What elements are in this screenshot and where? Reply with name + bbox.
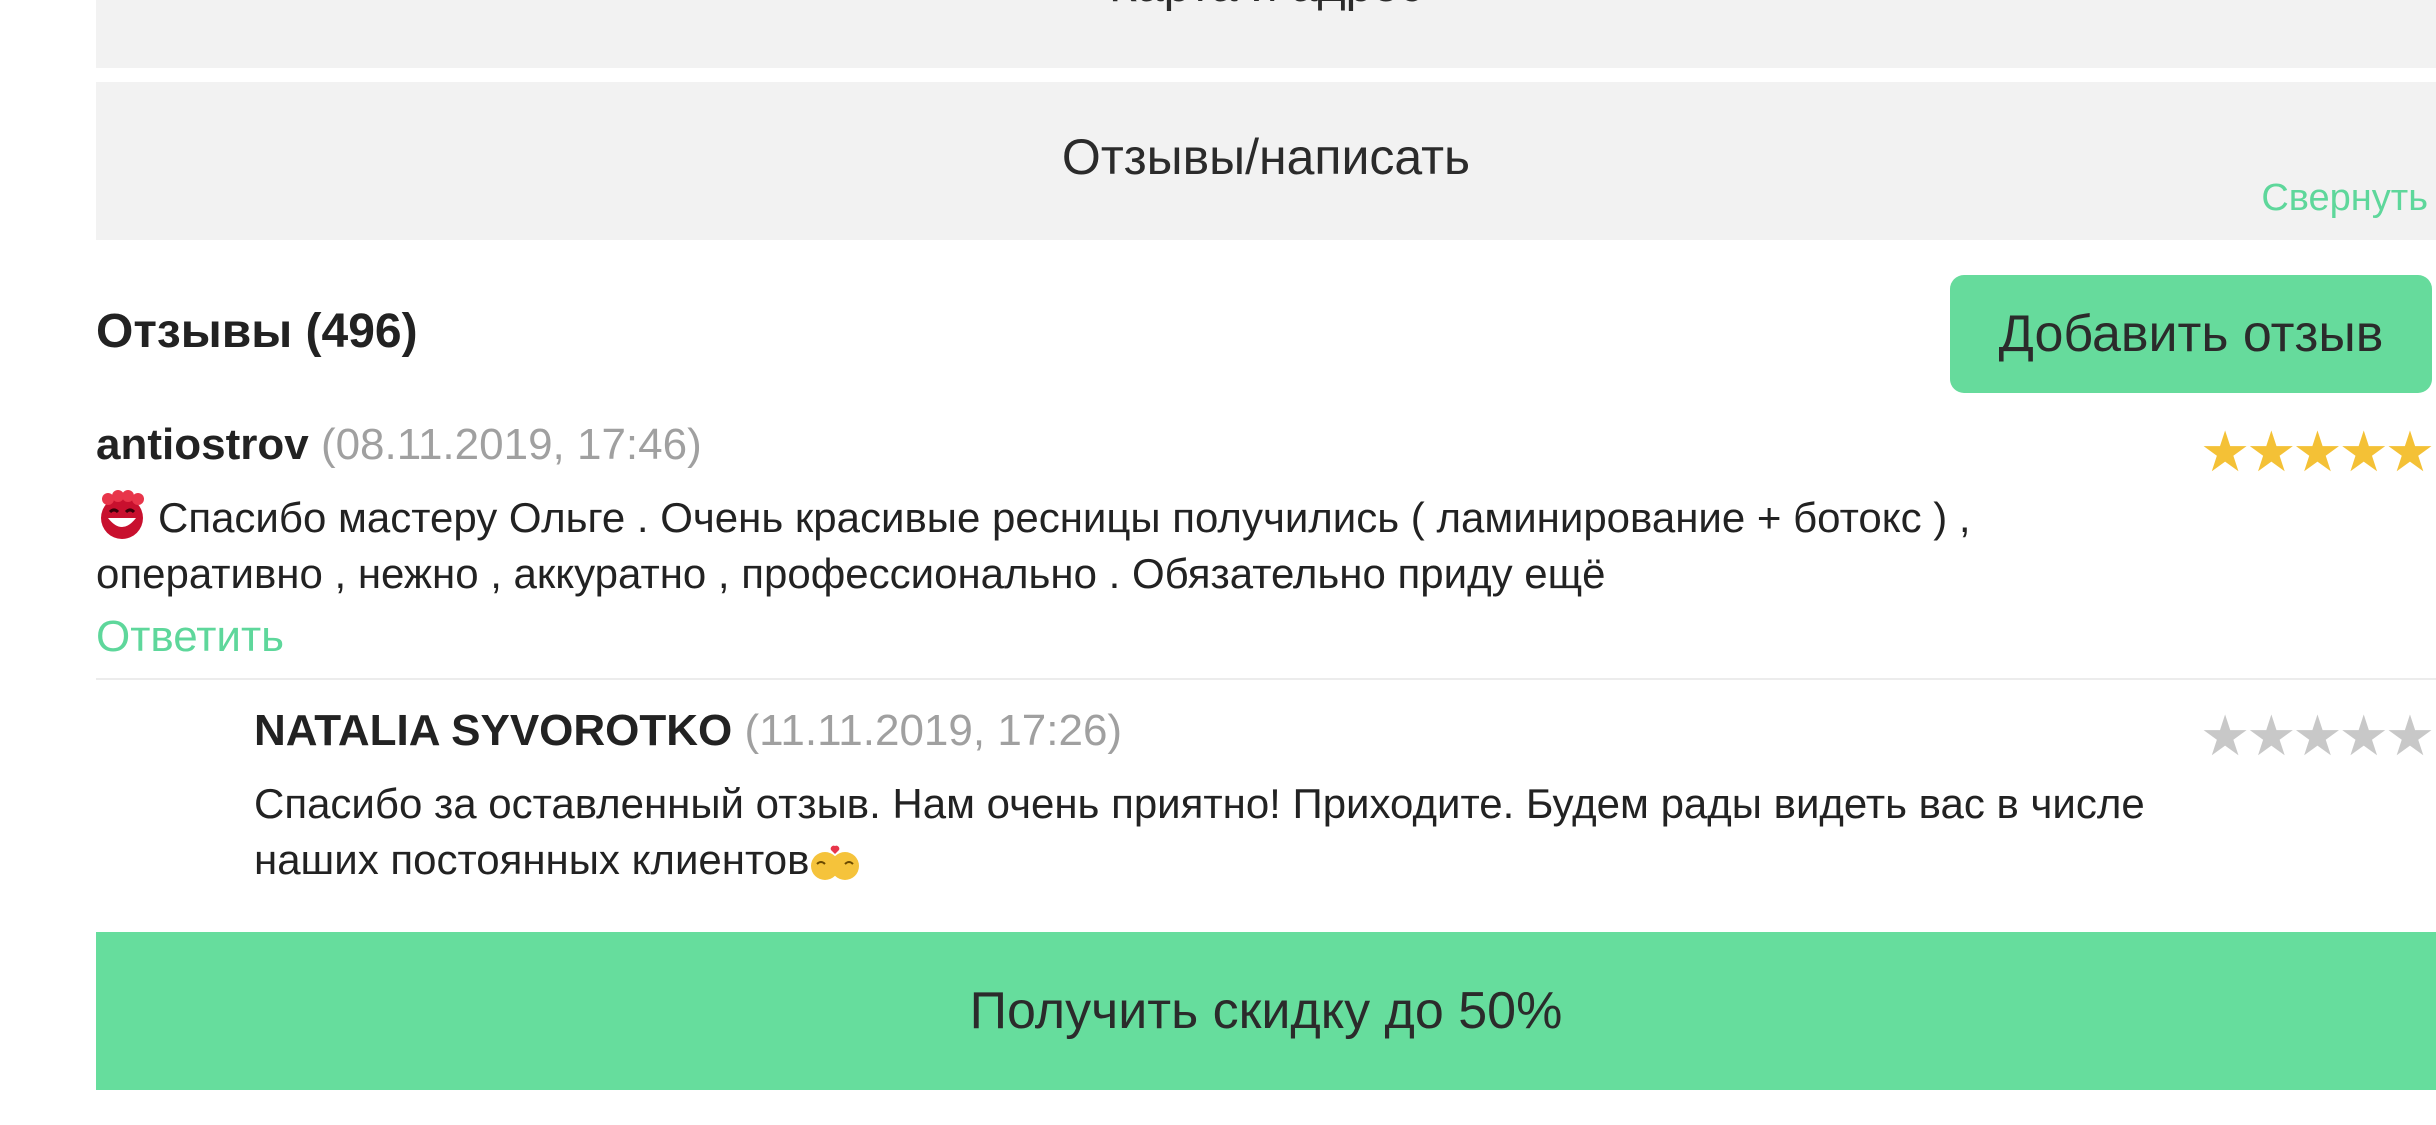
reviews-write-label: Отзывы/написать [1061,129,1471,185]
star-filled-icon: ★ [2200,420,2250,483]
reviews-count-title: Отзывы (496) [96,305,418,358]
star-empty-icon: ★ [2292,704,2342,767]
star-filled-icon: ★ [2246,420,2296,483]
reply-header: NATALIA SYVOROTKO (11.11.2019, 17:26) [254,706,1122,756]
get-discount-button[interactable]: Получить скидку до 50% [96,932,2436,1090]
star-empty-icon: ★ [2200,704,2250,767]
reply-rating-stars: ★★★★★ [2200,708,2435,764]
review-date: (08.11.2019, 17:46) [320,420,702,469]
reply-date: (11.11.2019, 17:26) [744,706,1123,755]
collapse-link[interactable]: Свернуть [2261,177,2428,220]
review-rating-stars: ★★★★★ [2200,424,2435,480]
add-review-button[interactable]: Добавить отзыв [1950,275,2432,393]
reviews-write-panel[interactable]: Отзывы/написать Свернуть [96,82,2436,240]
reply-text: Спасибо за оставленный отзыв. Нам очень … [254,776,2414,888]
reply-text-line2-wrap: наших постоянных клиентов [254,832,2414,888]
review-author: antiostrov [96,420,309,469]
star-empty-icon: ★ [2384,704,2435,767]
reply-link[interactable]: Ответить [96,612,284,662]
kissing-couple-icon [811,845,860,880]
map-address-panel[interactable]: Карта и адрес [96,0,2436,68]
reply-text-line1: Спасибо за оставленный отзыв. Нам очень … [254,780,2145,827]
map-address-label: Карта и адрес [96,0,2436,13]
star-filled-icon: ★ [2292,420,2342,483]
smiling-face-with-hearts-icon [101,490,144,539]
star-filled-icon: ★ [2384,420,2435,483]
star-empty-icon: ★ [2246,704,2296,767]
review-header: antiostrov (08.11.2019, 17:46) [96,420,702,470]
review-text-line1: Спасибо мастеру Ольге . Очень красивые р… [158,494,1971,541]
reply-text-line2: наших постоянных клиентов [254,836,810,883]
review-divider [96,678,2436,680]
review-text-line: Спасибо мастеру Ольге . Очень красивые р… [96,490,2416,546]
star-filled-icon: ★ [2338,420,2389,483]
review-text: Спасибо мастеру Ольге . Очень красивые р… [96,490,2416,602]
review-text-line2: оперативно , нежно , аккуратно , професс… [96,550,1606,597]
star-empty-icon: ★ [2338,704,2389,767]
reply-author: NATALIA SYVOROTKO [254,706,733,755]
